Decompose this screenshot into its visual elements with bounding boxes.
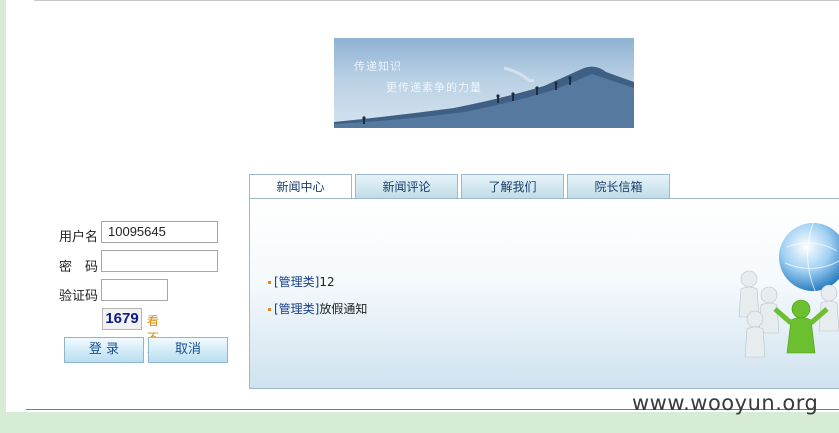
news-title[interactable]: 12 [319,275,334,289]
password-label: 密 码 [59,260,99,275]
username-field[interactable]: 10095645 [101,221,218,243]
top-divider [34,0,839,1]
mountain-climbers-illustration [334,66,634,128]
captcha-image[interactable]: 1679 [102,308,142,330]
login-button[interactable]: 登 录 [64,337,144,363]
globe-people-illustration [738,222,839,358]
news-item[interactable]: [管理类]12 [268,273,335,290]
captcha-field[interactable] [101,279,168,301]
banner-slogan-line2: 更传递素争的力量 [386,81,482,94]
watermark-text: www.wooyun.org [632,391,819,415]
username-label: 用户名 [59,230,99,245]
tab-news-center[interactable]: 新闻中心 [249,174,352,200]
password-field[interactable] [101,250,218,272]
news-title[interactable]: 放假通知 [319,302,367,316]
bullet-icon [268,281,271,284]
tab-about-us[interactable]: 了解我们 [461,174,564,199]
news-item[interactable]: [管理类]放假通知 [268,300,367,317]
tab-president-mailbox[interactable]: 院长信箱 [567,174,670,199]
news-panel: [管理类]12 [管理类]放假通知 [249,198,839,389]
tab-news-comments[interactable]: 新闻评论 [355,174,458,199]
banner-image: 传递知识 更传递素争的力量 [334,38,634,128]
banner-slogan-line1: 传递知识 [354,60,402,73]
cancel-button[interactable]: 取消 [148,337,228,363]
bullet-icon [268,308,271,311]
page-container: 传递知识 更传递素争的力量 用户名 10095645 密 码 验证码 1679 … [6,0,839,412]
news-category[interactable]: [管理类] [274,302,319,316]
captcha-label: 验证码 [59,289,99,304]
news-category[interactable]: [管理类] [274,275,319,289]
